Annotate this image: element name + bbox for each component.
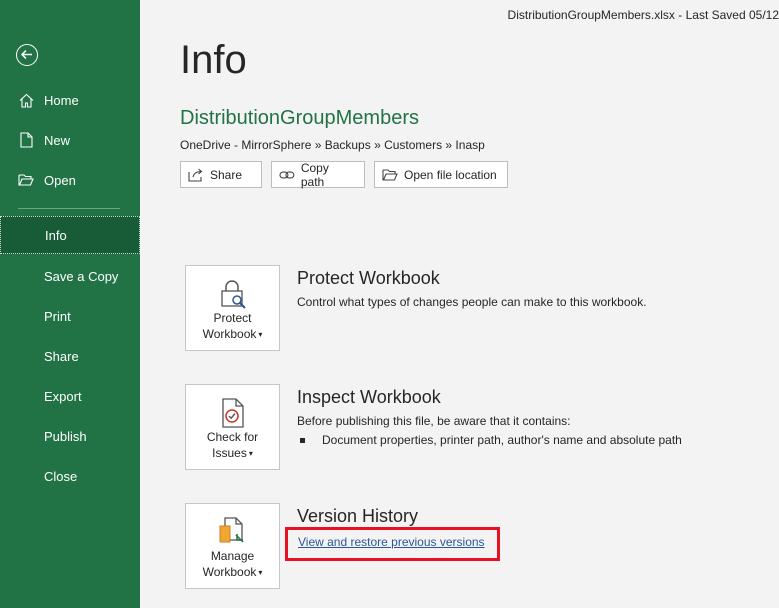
sidebar-item-share[interactable]: Share (0, 337, 140, 375)
sidebar-item-close[interactable]: Close (0, 457, 140, 495)
sidebar-item-label: Open (44, 172, 76, 188)
protect-card-line2: Workbook (202, 327, 257, 341)
sidebar-item-save-a-copy[interactable]: Save a Copy (0, 257, 140, 295)
open-file-location-button[interactable]: Open file location (374, 161, 508, 188)
back-arrow-icon[interactable] (16, 44, 38, 66)
sidebar-item-label: Close (44, 468, 78, 484)
check-for-issues-label: Check for Issues ▾ (186, 429, 279, 462)
window-title-status: DistributionGroupMembers.xlsx - Last Sav… (507, 8, 779, 22)
file-name: DistributionGroupMembers (180, 107, 419, 129)
inspect-card-line2: Issues (212, 446, 247, 460)
sidebar-divider (18, 208, 120, 209)
version-history-title: Version History (297, 506, 419, 526)
open-file-location-button-label: Open file location (404, 167, 497, 182)
inspect-workbook-title: Inspect Workbook (297, 387, 441, 407)
manage-versions-icon (219, 517, 244, 543)
share-button-label: Share (210, 167, 243, 182)
inspect-document-icon (222, 398, 244, 428)
manage-workbook-button[interactable]: Manage Workbook ▾ (185, 503, 280, 589)
lock-icon (221, 280, 246, 309)
sidebar-item-open[interactable]: Open (0, 161, 140, 199)
sidebar-item-home[interactable]: Home (0, 81, 140, 119)
copy-path-button-label: Copy path (300, 160, 329, 189)
home-icon (18, 91, 34, 109)
protect-workbook-description: Control what types of changes people can… (297, 295, 647, 309)
share-button[interactable]: Share (180, 161, 262, 188)
sidebar-item-info[interactable]: Info (0, 216, 140, 254)
backstage-sidebar: Home New Open Info Save a Copy Print Sha… (0, 0, 140, 608)
sidebar-item-label: Save a Copy (44, 268, 119, 284)
sidebar-item-label: Print (44, 308, 71, 324)
sidebar-item-export[interactable]: Export (0, 377, 140, 415)
inspect-card-line1: Check for (206, 430, 259, 444)
version-card-line1: Manage (210, 549, 255, 563)
open-folder-icon (382, 168, 398, 181)
protect-workbook-button[interactable]: Protect Workbook ▾ (185, 265, 280, 351)
bullet-icon (300, 437, 305, 443)
sidebar-item-label: Home (44, 92, 79, 108)
inspect-workbook-description: Before publishing this file, be aware th… (297, 414, 571, 428)
sidebar-item-print[interactable]: Print (0, 297, 140, 335)
sidebar-item-label: Share (44, 348, 79, 364)
file-path-breadcrumb: OneDrive - MirrorSphere » Backups » Cust… (180, 138, 485, 152)
sidebar-item-new[interactable]: New (0, 121, 140, 159)
protect-workbook-title: Protect Workbook (297, 268, 440, 288)
open-folder-icon (18, 171, 34, 189)
inspect-bullet-text: Document properties, printer path, autho… (322, 433, 682, 447)
sidebar-item-label: Export (44, 388, 82, 404)
sidebar-item-label: Info (45, 227, 67, 243)
sidebar-item-label: New (44, 132, 71, 148)
sidebar-item-publish[interactable]: Publish (0, 417, 140, 455)
highlight-box (285, 527, 500, 561)
dropdown-caret-icon: ▾ (258, 330, 263, 339)
manage-workbook-label: Manage Workbook ▾ (186, 548, 279, 581)
new-file-icon (18, 131, 34, 149)
version-card-line2: Workbook (202, 565, 257, 579)
protect-card-line1: Protect (213, 311, 252, 325)
dropdown-caret-icon: ▾ (248, 449, 253, 458)
copy-path-button[interactable]: Copy path (271, 160, 365, 189)
inspect-bullet-item: Document properties, printer path, autho… (300, 433, 682, 447)
share-icon (188, 168, 203, 182)
dropdown-caret-icon: ▾ (258, 568, 263, 577)
sidebar-item-label: Publish (44, 428, 87, 444)
check-for-issues-button[interactable]: Check for Issues ▾ (185, 384, 280, 470)
page-title: Info (180, 38, 247, 82)
link-icon (279, 170, 295, 179)
protect-workbook-label: Protect Workbook ▾ (186, 310, 279, 343)
